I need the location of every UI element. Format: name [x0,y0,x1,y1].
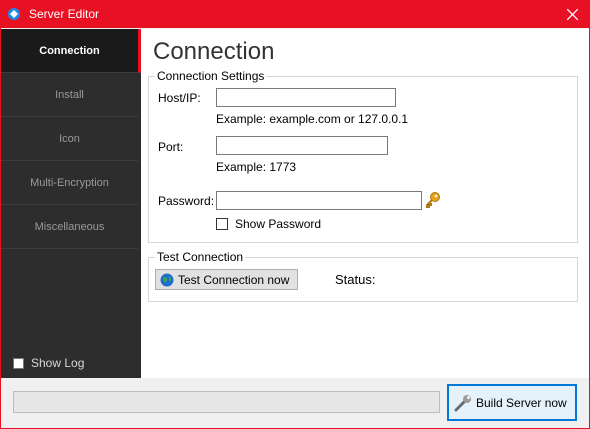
key-icon[interactable] [424,191,442,209]
show-password-box[interactable] [216,218,228,230]
main-panel: Connection Connection Settings Host/IP: … [141,29,589,378]
server-editor-window: Server Editor Connection Install Icon Mu… [0,0,590,429]
test-connection-button[interactable]: Test Connection now [155,269,298,290]
wrench-icon [452,392,474,414]
show-password-checkbox[interactable]: Show Password [216,217,321,231]
globe-icon [160,273,174,287]
page-title: Connection [153,38,275,65]
host-label: Host/IP: [158,91,201,105]
password-label: Password: [158,194,215,208]
show-password-label: Show Password [235,217,322,231]
port-hint: Example: 1773 [216,160,297,174]
connection-settings-group: Connection Settings Host/IP: Example: ex… [148,69,578,243]
status-label: Status: [335,272,376,287]
port-label: Port: [158,140,184,154]
password-input[interactable] [216,191,422,210]
sidebar-item-multi-encryption[interactable]: Multi-Encryption [1,161,138,205]
build-progress-bar [13,391,440,413]
build-server-button[interactable]: Build Server now [447,384,577,421]
show-log-checkbox[interactable]: Show Log [13,356,84,370]
app-icon [7,7,21,21]
show-log-box[interactable] [13,357,24,369]
sidebar-item-miscellaneous[interactable]: Miscellaneous [1,205,138,249]
connection-settings-label: Connection Settings [155,69,267,83]
title-bar[interactable]: Server Editor [1,1,589,28]
host-hint: Example: example.com or 127.0.0.1 [216,112,409,126]
sidebar-item-icon[interactable]: Icon [1,117,138,161]
port-input[interactable] [216,136,388,155]
footer: Build Server now [1,378,589,428]
sidebar: Connection Install Icon Multi-Encryption… [1,29,141,378]
test-connection-button-label: Test Connection now [178,272,290,287]
window-title: Server Editor [29,7,100,21]
host-input[interactable] [216,88,396,107]
show-log-label: Show Log [31,356,85,370]
sidebar-item-connection[interactable]: Connection [1,29,141,73]
test-connection-label: Test Connection [155,250,246,264]
sidebar-item-install[interactable]: Install [1,73,138,117]
close-icon [566,9,578,20]
build-server-button-label: Build Server now [476,395,567,410]
close-button[interactable] [555,1,589,28]
